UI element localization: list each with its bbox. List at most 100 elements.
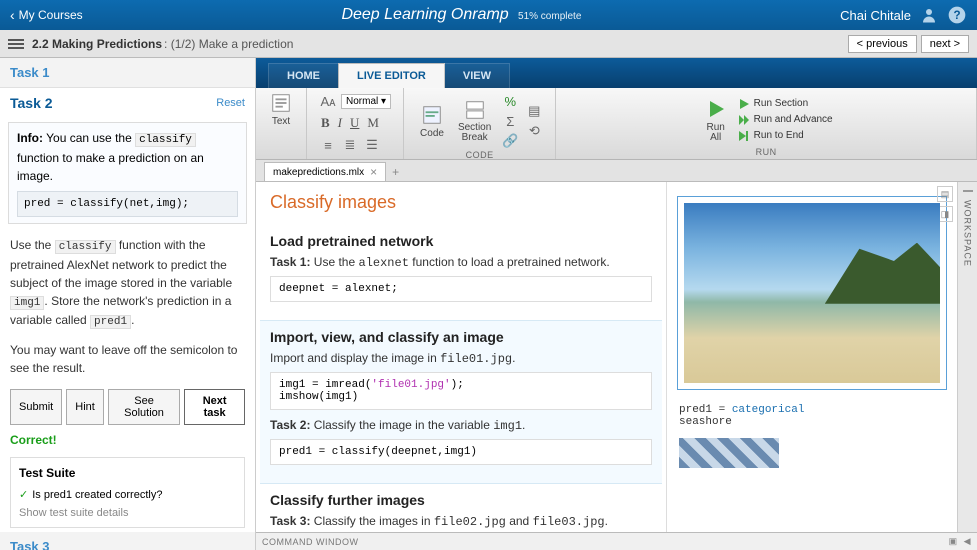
style-dropdown[interactable]: Normal ▾ <box>341 94 391 109</box>
workspace-rail[interactable]: WORKSPACE <box>957 182 977 550</box>
align-icon[interactable]: ☰ <box>363 136 381 154</box>
tool-group-text: Text <box>256 88 307 159</box>
next-task-button[interactable]: Next task <box>184 389 245 425</box>
equation-icon[interactable]: Σ <box>501 112 519 130</box>
editor-area: Classify images Load pretrained network … <box>256 182 977 550</box>
workspace-label: WORKSPACE <box>963 200 973 267</box>
task-3-tab[interactable]: Task 3 <box>0 532 255 550</box>
next-button[interactable]: next > <box>921 35 969 53</box>
beach-image <box>684 203 940 383</box>
output-inline-icon[interactable]: ▤ <box>937 186 953 202</box>
document-pane[interactable]: Classify images Load pretrained network … <box>256 182 667 550</box>
italic-button[interactable]: I <box>336 115 344 131</box>
lesson-bar: 2.2 Making Predictions : (1/2) Make a pr… <box>0 30 977 58</box>
run-to-end-button[interactable]: Run to End <box>738 129 804 143</box>
bold-button[interactable]: B <box>319 115 332 131</box>
tab-live-editor[interactable]: LIVE EDITOR <box>338 63 445 88</box>
section-3-heading: Classify further images <box>270 492 652 508</box>
list-number-icon[interactable]: ≣ <box>341 136 359 154</box>
user-icon[interactable] <box>919 5 939 25</box>
tool-group-format: Aᴀ Normal ▾ B I U M ≡ ≣ ☰ <box>307 88 404 159</box>
submit-button[interactable]: Submit <box>10 389 62 425</box>
hint-button[interactable]: Hint <box>66 389 104 425</box>
new-tab-button[interactable]: + <box>386 163 405 181</box>
close-icon[interactable]: × <box>370 165 377 179</box>
course-progress: 51% complete <box>518 11 581 22</box>
run-group-label: RUN <box>756 147 777 157</box>
section-2-heading: Import, view, and classify an image <box>270 329 652 345</box>
underline-button[interactable]: U <box>348 115 361 131</box>
lesson-state: : (1/2) Make a prediction <box>164 37 293 51</box>
task-2-title: Task 2 <box>10 95 53 111</box>
code-block[interactable]: deepnet = alexnet; <box>270 276 652 302</box>
tool-group-code: Code Section Break % Σ 🔗 ▤ ⟲ <box>404 88 556 159</box>
info-code: pred = classify(net,img); <box>17 191 238 218</box>
info-box: Info: You can use the classify function … <box>8 122 247 224</box>
tool-group-run: Run All Run Section Run and Advance Run … <box>556 88 977 159</box>
code-button[interactable]: Code <box>416 104 448 139</box>
correct-label: Correct! <box>0 433 255 453</box>
svg-text:?: ? <box>953 9 960 22</box>
tab-view[interactable]: VIEW <box>444 63 510 88</box>
editor-pane: HOME LIVE EDITOR VIEW Text Aᴀ Normal ▾ <box>256 58 977 550</box>
previous-button[interactable]: < previous <box>848 35 917 53</box>
expand-icon[interactable]: ▣ <box>949 536 958 547</box>
back-link[interactable]: ‹ My Courses <box>10 7 83 23</box>
file-tab[interactable]: makepredictions.mlx × <box>264 162 386 181</box>
top-bar: ‹ My Courses Deep Learning Onramp 51% co… <box>0 0 977 30</box>
section-break-button[interactable]: Section Break <box>454 99 495 143</box>
test-suite-item: ✓Is pred1 created correctly? <box>19 488 236 501</box>
task-2-header: Task 2 Reset <box>0 88 255 118</box>
text-button[interactable]: Text <box>266 92 296 127</box>
menu-icon[interactable] <box>8 37 24 51</box>
test-suite: Test Suite ✓Is pred1 created correctly? … <box>10 457 245 528</box>
section-2: Import, view, and classify an image Impo… <box>260 320 662 484</box>
file-tabs: makepredictions.mlx × + <box>256 160 977 182</box>
chevron-left-icon: ‹ <box>10 7 15 23</box>
list-bullet-icon[interactable]: ≡ <box>319 136 337 154</box>
info-label: Info: <box>17 131 43 145</box>
test-suite-details-link[interactable]: Show test suite details <box>19 507 236 519</box>
command-window-bar[interactable]: COMMAND WINDOW ▣ ◀ <box>256 532 977 550</box>
lesson-number: 2.2 Making Predictions <box>32 37 162 51</box>
output-pane: ▤ ◨ pred1 = categorical seashore <box>667 182 957 550</box>
course-title-wrap: Deep Learning Onramp 51% complete <box>83 6 840 24</box>
test-suite-title: Test Suite <box>19 466 236 480</box>
doc-title: Classify images <box>270 192 652 213</box>
check-icon: ✓ <box>19 489 28 501</box>
tab-home[interactable]: HOME <box>268 63 339 88</box>
refactor-icon[interactable]: ⟲ <box>525 122 543 140</box>
user-area: Chai Chitale ? <box>840 5 967 25</box>
see-solution-button[interactable]: See Solution <box>108 389 180 425</box>
task-buttons: Submit Hint See Solution Next task <box>0 385 255 433</box>
task-pane: Task 1 Task 2 Reset Info: You can use th… <box>0 58 256 550</box>
code-classify: classify <box>135 133 196 147</box>
output-image-1[interactable] <box>677 196 947 390</box>
run-and-advance-button[interactable]: Run and Advance <box>738 113 833 127</box>
help-icon[interactable]: ? <box>947 5 967 25</box>
run-all-button[interactable]: Run All <box>700 97 732 143</box>
output-image-2[interactable] <box>679 438 779 468</box>
link-icon[interactable]: 🔗 <box>501 132 519 150</box>
monospace-button[interactable]: M <box>365 115 381 131</box>
collapse-icon[interactable]: ◀ <box>964 536 971 547</box>
image-icon[interactable]: ▤ <box>525 102 543 120</box>
section-1: Load pretrained network Task 1: Use the … <box>260 225 662 320</box>
user-name: Chai Chitale <box>840 8 911 23</box>
font-icon[interactable]: Aᴀ <box>319 92 337 110</box>
reset-link[interactable]: Reset <box>216 97 245 109</box>
run-section-button[interactable]: Run Section <box>738 97 808 111</box>
code-block[interactable]: pred1 = classify(deepnet,img1) <box>270 439 652 465</box>
percent-icon[interactable]: % <box>501 92 519 110</box>
code-block[interactable]: img1 = imread('file01.jpg');imshow(img1) <box>270 372 652 410</box>
task-body: Use the classify function with the pretr… <box>0 228 255 385</box>
task-1-tab[interactable]: Task 1 <box>0 58 255 88</box>
main: Task 1 Task 2 Reset Info: You can use th… <box>0 58 977 550</box>
course-title: Deep Learning Onramp <box>341 6 508 23</box>
editor-ribbon-tabs: HOME LIVE EDITOR VIEW <box>256 58 977 88</box>
output-text: pred1 = categorical seashore <box>675 400 949 432</box>
toolstrip: Text Aᴀ Normal ▾ B I U M ≡ <box>256 88 977 160</box>
command-window-label: COMMAND WINDOW <box>262 537 359 547</box>
back-label: My Courses <box>19 8 83 22</box>
file-tab-label: makepredictions.mlx <box>273 167 364 178</box>
